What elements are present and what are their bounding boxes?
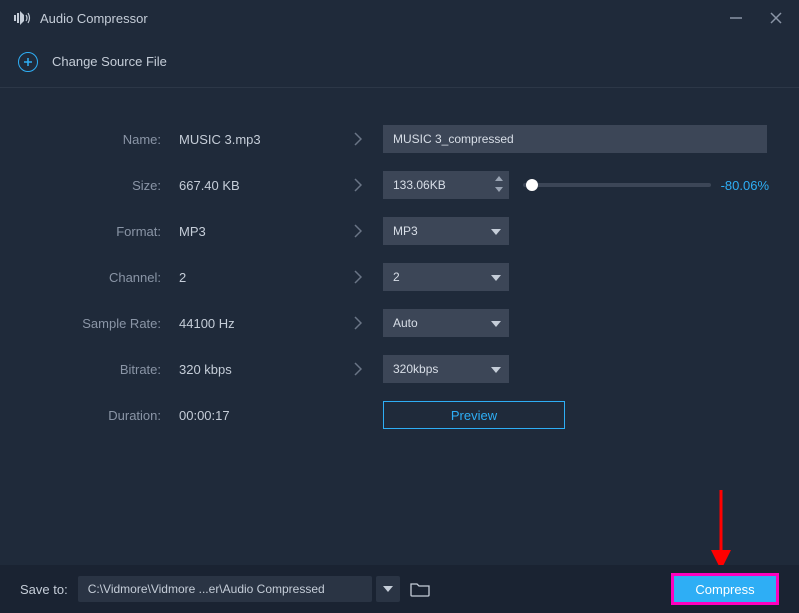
- channel-value: 2: [393, 270, 400, 284]
- size-spinner[interactable]: [383, 171, 509, 199]
- channel-select[interactable]: 2: [383, 263, 509, 291]
- format-value: MP3: [393, 224, 418, 238]
- label-format: Format:: [28, 224, 173, 239]
- arrow-size: [333, 178, 383, 192]
- preview-label: Preview: [451, 408, 497, 423]
- row-duration: Duration: 00:00:17 Preview: [28, 399, 771, 431]
- row-bitrate: Bitrate: 320 kbps 320kbps: [28, 353, 771, 385]
- row-format: Format: MP3 MP3: [28, 215, 771, 247]
- chevron-down-icon: [491, 268, 501, 286]
- change-source-label: Change Source File: [52, 54, 167, 69]
- size-percent: -80.06%: [721, 178, 771, 193]
- size-slider-area: -80.06%: [523, 178, 771, 193]
- close-button[interactable]: [767, 9, 785, 27]
- row-channel: Channel: 2 2: [28, 261, 771, 293]
- annotation-arrow-icon: [709, 490, 733, 572]
- row-sample-rate: Sample Rate: 44100 Hz Auto: [28, 307, 771, 339]
- arrow-channel: [333, 270, 383, 284]
- chevron-down-icon: [491, 360, 501, 378]
- arrow-bitrate: [333, 362, 383, 376]
- label-size: Size:: [28, 178, 173, 193]
- bitrate-select[interactable]: 320kbps: [383, 355, 509, 383]
- current-duration: 00:00:17: [173, 408, 333, 423]
- size-slider[interactable]: [523, 183, 711, 187]
- save-path-box[interactable]: C:\Vidmore\Vidmore ...er\Audio Compresse…: [78, 576, 372, 602]
- bitrate-value: 320kbps: [393, 362, 438, 376]
- footer: Save to: C:\Vidmore\Vidmore ...er\Audio …: [0, 565, 799, 613]
- save-path-dropdown[interactable]: [376, 576, 400, 602]
- change-source-row[interactable]: Change Source File: [0, 36, 799, 88]
- size-step-up[interactable]: [493, 173, 505, 184]
- app-icon: [14, 11, 32, 25]
- chevron-right-icon: [354, 178, 362, 192]
- sample-rate-select[interactable]: Auto: [383, 309, 509, 337]
- current-bitrate: 320 kbps: [173, 362, 333, 377]
- app-title: Audio Compressor: [40, 11, 148, 26]
- size-step-down[interactable]: [493, 184, 505, 195]
- row-size: Size: 667.40 KB -80.06%: [28, 169, 771, 201]
- folder-icon: [410, 581, 430, 597]
- compress-button[interactable]: Compress: [671, 573, 779, 605]
- sample-rate-value: Auto: [393, 316, 418, 330]
- preview-button[interactable]: Preview: [383, 401, 565, 429]
- chevron-right-icon: [354, 224, 362, 238]
- chevron-down-icon: [491, 222, 501, 240]
- label-bitrate: Bitrate:: [28, 362, 173, 377]
- current-size: 667.40 KB: [173, 178, 333, 193]
- chevron-down-icon: [491, 314, 501, 332]
- minimize-button[interactable]: [727, 9, 745, 27]
- current-format: MP3: [173, 224, 333, 239]
- save-to-label: Save to:: [20, 582, 68, 597]
- save-path-value: C:\Vidmore\Vidmore ...er\Audio Compresse…: [88, 582, 325, 596]
- format-select[interactable]: MP3: [383, 217, 509, 245]
- window-controls: [727, 9, 785, 27]
- chevron-right-icon: [354, 270, 362, 284]
- compress-label: Compress: [695, 582, 754, 597]
- arrow-sample-rate: [333, 316, 383, 330]
- chevron-right-icon: [354, 362, 362, 376]
- arrow-name: [333, 132, 383, 146]
- content-area: Name: MUSIC 3.mp3 Size: 667.40 KB: [0, 88, 799, 431]
- arrow-format: [333, 224, 383, 238]
- label-sample-rate: Sample Rate:: [28, 316, 173, 331]
- size-slider-handle[interactable]: [526, 179, 538, 191]
- titlebar: Audio Compressor: [0, 0, 799, 36]
- chevron-right-icon: [354, 132, 362, 146]
- label-duration: Duration:: [28, 408, 173, 423]
- current-sample-rate: 44100 Hz: [173, 316, 333, 331]
- current-channel: 2: [173, 270, 333, 285]
- label-name: Name:: [28, 132, 173, 147]
- plus-circle-icon: [18, 52, 38, 72]
- chevron-right-icon: [354, 316, 362, 330]
- open-folder-button[interactable]: [410, 581, 430, 597]
- current-name: MUSIC 3.mp3: [173, 132, 333, 147]
- name-input[interactable]: [383, 125, 767, 153]
- label-channel: Channel:: [28, 270, 173, 285]
- size-input[interactable]: [383, 171, 509, 199]
- row-name: Name: MUSIC 3.mp3: [28, 123, 771, 155]
